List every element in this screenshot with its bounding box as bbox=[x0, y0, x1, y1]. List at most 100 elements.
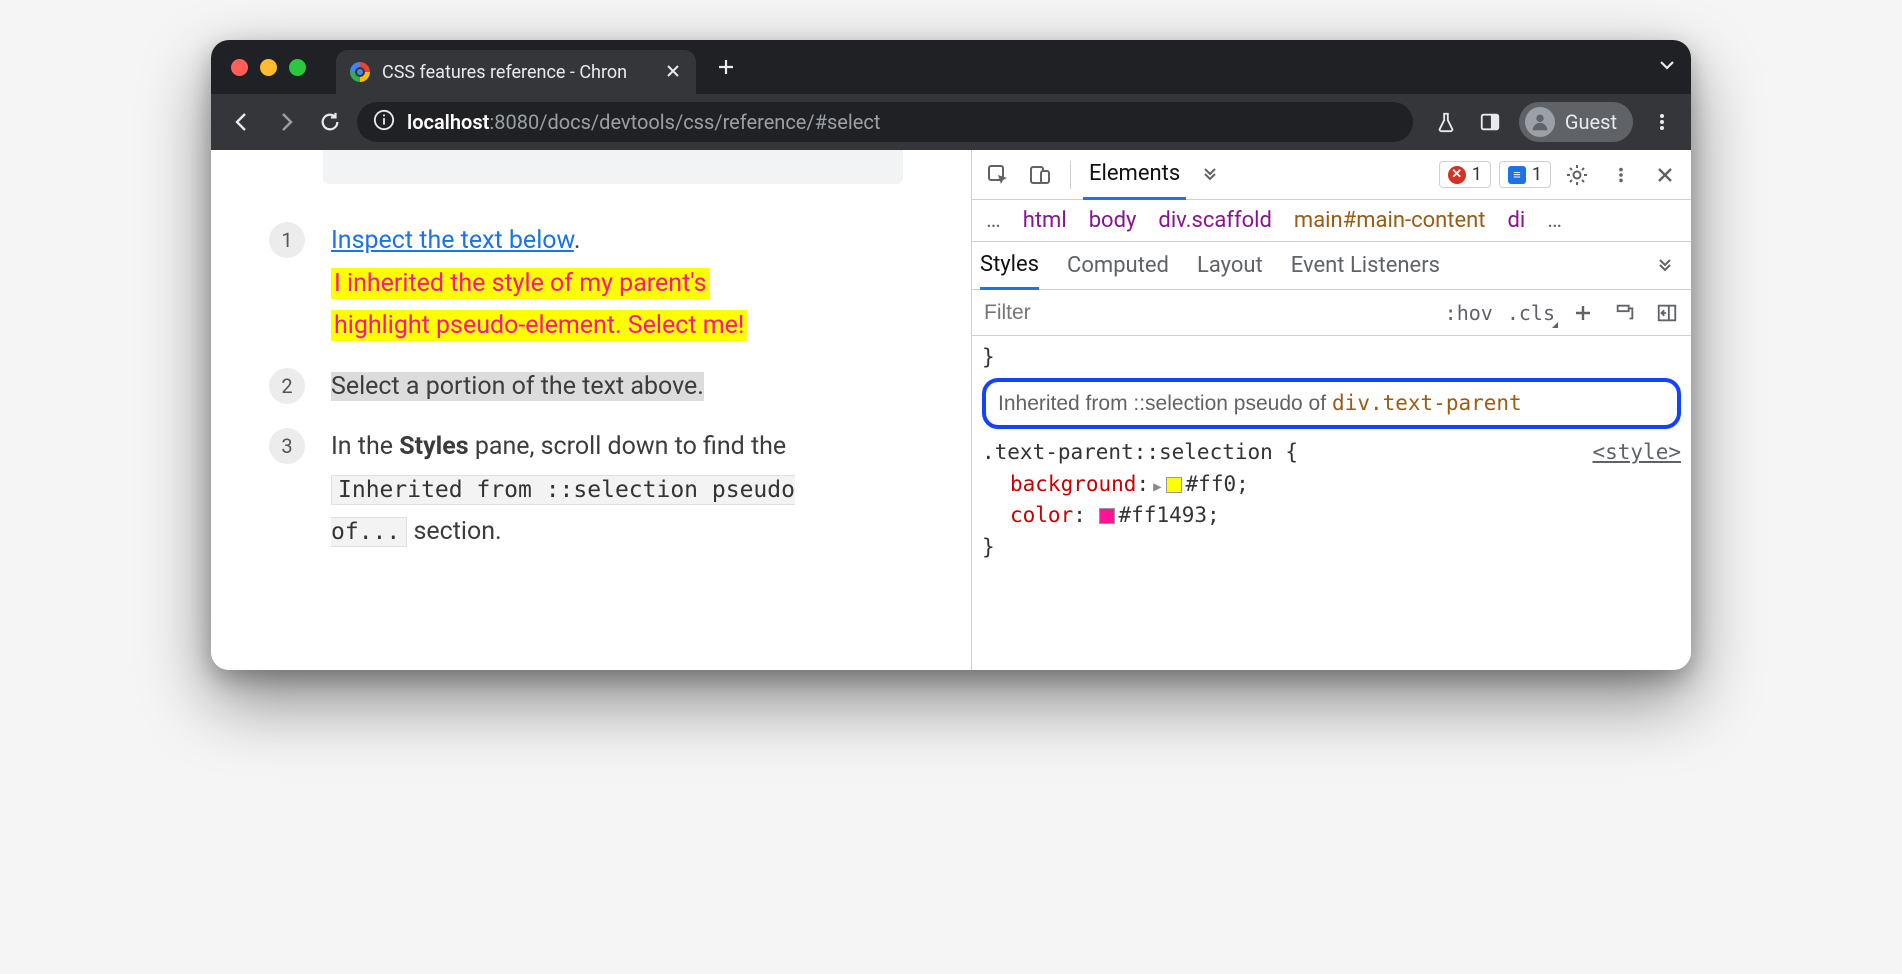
close-tab-button[interactable] bbox=[666, 63, 680, 82]
inspect-link[interactable]: Inspect the text below bbox=[331, 226, 574, 255]
breadcrumb-body[interactable]: body bbox=[1089, 208, 1137, 233]
previous-rule-close-brace: } bbox=[982, 342, 1681, 374]
settings-icon[interactable] bbox=[1559, 157, 1595, 193]
step1-suffix: . bbox=[574, 226, 581, 255]
avatar-icon bbox=[1525, 107, 1555, 137]
inherited-from-banner[interactable]: Inherited from ::selection pseudo of div… bbox=[982, 378, 1681, 430]
expand-triangle-icon[interactable]: ▶ bbox=[1149, 479, 1165, 495]
inherited-selector-ref: div.text-parent bbox=[1332, 388, 1522, 420]
separator bbox=[1070, 161, 1071, 189]
step3-code: Inherited from ::selection pseudo of... bbox=[331, 475, 795, 548]
breadcrumb-html[interactable]: html bbox=[1023, 208, 1067, 233]
address-bar[interactable]: localhost:8080/docs/devtools/css/referen… bbox=[357, 102, 1413, 142]
inherited-prefix: Inherited from ::selection pseudo of bbox=[998, 388, 1326, 420]
subtab-computed[interactable]: Computed bbox=[1067, 242, 1169, 290]
browser-window: CSS features reference - Chron bbox=[211, 40, 1691, 670]
paint-flashing-icon[interactable] bbox=[1611, 299, 1639, 327]
step3-mid: pane, scroll down to find the bbox=[469, 432, 787, 461]
content-area: Inspect the text below. I inherited the … bbox=[211, 150, 1691, 670]
chrome-menu-button[interactable] bbox=[1647, 107, 1677, 137]
issues-badge[interactable]: ≡ 1 bbox=[1499, 161, 1551, 188]
step3-suffix: section. bbox=[407, 517, 501, 546]
tab-title: CSS features reference - Chron bbox=[382, 62, 627, 83]
highlighted-text-line1[interactable]: I inherited the style of my parent's bbox=[331, 268, 710, 299]
css-prop-background: background bbox=[1010, 472, 1136, 496]
maximize-window-button[interactable] bbox=[289, 59, 306, 76]
close-window-button[interactable] bbox=[231, 59, 248, 76]
css-rule-selector[interactable]: .text-parent::selection { bbox=[982, 437, 1298, 469]
device-toolbar-icon[interactable] bbox=[1022, 157, 1058, 193]
forward-button[interactable] bbox=[269, 105, 303, 139]
issues-icon: ≡ bbox=[1508, 166, 1526, 184]
side-panel-icon[interactable] bbox=[1475, 107, 1505, 137]
step-3: In the Styles pane, scroll down to find … bbox=[331, 426, 851, 554]
subtab-styles[interactable]: Styles bbox=[980, 242, 1039, 290]
breadcrumb-overflow-right[interactable]: … bbox=[1547, 208, 1562, 233]
profile-chip[interactable]: Guest bbox=[1519, 102, 1633, 142]
step3-prefix: In the bbox=[331, 432, 399, 461]
labs-icon[interactable] bbox=[1431, 107, 1461, 137]
subtabs-overflow-icon[interactable] bbox=[1647, 253, 1683, 279]
styles-actions-row: :hov .cls bbox=[972, 290, 1691, 336]
css-prop-color: color bbox=[1010, 503, 1073, 527]
new-style-rule-button[interactable] bbox=[1569, 299, 1597, 327]
color-swatch-fg[interactable] bbox=[1099, 508, 1115, 524]
breadcrumb-di[interactable]: di bbox=[1508, 208, 1526, 233]
instruction-list: Inspect the text below. I inherited the … bbox=[331, 220, 931, 554]
styles-subtabs: Styles Computed Layout Event Listeners bbox=[972, 242, 1691, 290]
color-swatch-bg[interactable] bbox=[1166, 477, 1182, 493]
browser-tab[interactable]: CSS features reference - Chron bbox=[336, 50, 696, 94]
reload-button[interactable] bbox=[313, 105, 347, 139]
browser-toolbar: localhost:8080/docs/devtools/css/referen… bbox=[211, 94, 1691, 150]
subtab-layout[interactable]: Layout bbox=[1197, 242, 1263, 290]
chrome-favicon-icon bbox=[350, 62, 370, 82]
new-tab-button[interactable] bbox=[716, 55, 736, 83]
devtools-toolbar-right: ✕ 1 ≡ 1 bbox=[1439, 157, 1683, 193]
breadcrumb-main[interactable]: main#main-content bbox=[1294, 208, 1486, 233]
css-rule-source-link[interactable]: <style> bbox=[1592, 437, 1681, 469]
highlighted-text-line2[interactable]: highlight pseudo-element. Select me! bbox=[331, 310, 747, 341]
url-text: localhost:8080/docs/devtools/css/referen… bbox=[407, 110, 880, 134]
css-declaration-background[interactable]: background:▶#ff0; bbox=[982, 469, 1681, 501]
tab-search-button[interactable] bbox=[1657, 55, 1677, 79]
css-rule-close-brace: } bbox=[982, 532, 1681, 564]
url-port: :8080 bbox=[489, 110, 539, 134]
computed-sidebar-toggle-icon[interactable] bbox=[1653, 299, 1681, 327]
tab-strip: CSS features reference - Chron bbox=[211, 40, 1691, 94]
page-content: Inspect the text below. I inherited the … bbox=[211, 150, 971, 670]
css-val-background: #ff0 bbox=[1186, 472, 1237, 496]
url-path: /docs/devtools/css/reference/#select bbox=[539, 110, 880, 134]
window-controls bbox=[231, 59, 306, 76]
breadcrumb-overflow-left[interactable]: … bbox=[986, 208, 1001, 233]
subtab-event-listeners[interactable]: Event Listeners bbox=[1291, 242, 1440, 290]
styles-filter-input[interactable] bbox=[982, 295, 1431, 331]
issues-count: 1 bbox=[1532, 164, 1542, 185]
error-icon: ✕ bbox=[1448, 166, 1466, 184]
tabs-overflow-icon[interactable] bbox=[1192, 162, 1228, 188]
error-badge[interactable]: ✕ 1 bbox=[1439, 161, 1491, 188]
css-rule-header: .text-parent::selection { <style> bbox=[982, 437, 1681, 469]
styles-body: } Inherited from ::selection pseudo of d… bbox=[972, 336, 1691, 583]
css-val-color: #ff1493 bbox=[1119, 503, 1208, 527]
step-1: Inspect the text below. I inherited the … bbox=[331, 220, 851, 348]
css-declaration-color[interactable]: color: #ff1493; bbox=[982, 500, 1681, 532]
toolbar-right: Guest bbox=[1431, 102, 1677, 142]
step-2: Select a portion of the text above. bbox=[331, 366, 851, 409]
page-header-placeholder bbox=[323, 150, 903, 184]
close-devtools-button[interactable] bbox=[1647, 157, 1683, 193]
step3-bold: Styles bbox=[399, 432, 468, 461]
devtools-toolbar: Elements ✕ 1 ≡ 1 bbox=[972, 150, 1691, 200]
error-count: 1 bbox=[1472, 164, 1482, 185]
inspect-element-icon[interactable] bbox=[980, 157, 1016, 193]
tab-elements[interactable]: Elements bbox=[1083, 150, 1186, 200]
breadcrumb-div-scaffold[interactable]: div.scaffold bbox=[1158, 208, 1272, 233]
devtools-menu-icon[interactable] bbox=[1603, 157, 1639, 193]
step2-text: Select a portion of the text above. bbox=[331, 372, 704, 401]
site-info-icon[interactable] bbox=[373, 109, 395, 136]
back-button[interactable] bbox=[225, 105, 259, 139]
profile-label: Guest bbox=[1565, 110, 1617, 134]
cls-toggle[interactable]: .cls bbox=[1507, 301, 1555, 325]
minimize-window-button[interactable] bbox=[260, 59, 277, 76]
browser-chrome: CSS features reference - Chron bbox=[211, 40, 1691, 150]
hover-toggle[interactable]: :hov bbox=[1445, 301, 1493, 325]
